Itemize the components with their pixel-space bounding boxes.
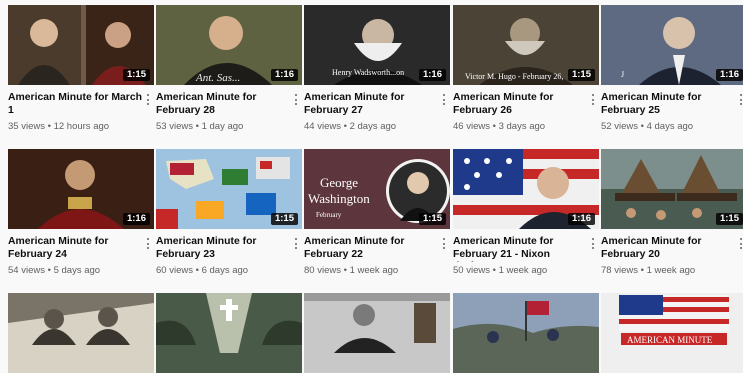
thumbnail-caption-line2: Washington xyxy=(308,191,370,206)
upload-age: 6 days ago xyxy=(201,265,249,276)
upload-age: 5 days ago xyxy=(53,265,101,276)
video-thumbnail[interactable]: Henry Wadsworth...on 1:16 xyxy=(304,5,450,85)
meta-separator: • xyxy=(489,265,499,276)
video-title[interactable]: American Minute for February 25 xyxy=(601,92,735,117)
view-count: 50 views xyxy=(453,265,490,276)
thumbnail-caption: Victor M. Hugo - February 26, xyxy=(465,72,563,81)
video-meta: 44 views • 2 days ago xyxy=(304,121,450,133)
view-count: 54 views xyxy=(8,265,45,276)
view-count: 44 views xyxy=(304,121,341,132)
more-options-icon[interactable] xyxy=(589,93,597,107)
view-count: 60 views xyxy=(156,265,193,276)
video-meta: 35 views • 12 hours ago xyxy=(8,121,154,133)
video-duration: 1:16 xyxy=(122,213,150,225)
upload-age: 12 hours ago xyxy=(53,121,110,132)
meta-separator: • xyxy=(192,121,202,132)
video-title[interactable]: American Minute for February 21 - Nixon … xyxy=(453,236,587,262)
video-thumbnail[interactable]: J 1:16 xyxy=(601,5,743,85)
more-options-icon[interactable] xyxy=(737,237,743,251)
svg-text:Ant. Sas...: Ant. Sas... xyxy=(195,72,240,84)
video-title[interactable]: American Minute for February 27 xyxy=(304,92,438,117)
video-duration: 1:16 xyxy=(270,69,298,81)
thumbnail-caption: AMERICAN MINUTE xyxy=(627,335,713,345)
meta-separator: • xyxy=(44,265,54,276)
upload-age: 1 week ago xyxy=(349,265,399,276)
upload-age: 1 day ago xyxy=(201,121,244,132)
upload-age: 3 days ago xyxy=(498,121,546,132)
meta-separator: • xyxy=(489,121,499,132)
video-title[interactable]: American Minute for February 26 xyxy=(453,92,587,117)
video-title[interactable]: American Minute for February 24 xyxy=(8,236,142,261)
thumbnail-image: AMERICAN MINUTE xyxy=(601,293,743,373)
more-options-icon[interactable] xyxy=(292,93,300,107)
video-title[interactable]: American Minute for February 22 xyxy=(304,236,438,261)
video-thumbnail[interactable]: George Washington February 1:15 xyxy=(304,149,450,229)
video-thumbnail[interactable]: Ant. Sas... 1:16 xyxy=(156,5,302,85)
meta-separator: • xyxy=(340,265,350,276)
meta-separator: • xyxy=(637,265,647,276)
video-meta: 60 views • 6 days ago xyxy=(156,265,302,277)
view-count: 52 views xyxy=(601,121,638,132)
upload-age: 2 days ago xyxy=(349,121,397,132)
video-title[interactable]: American Minute for February 20 xyxy=(601,236,735,261)
more-options-icon[interactable] xyxy=(292,237,300,251)
view-count: 35 views xyxy=(8,121,45,132)
video-meta: 46 views • 3 days ago xyxy=(453,121,599,133)
video-duration: 1:15 xyxy=(270,213,298,225)
video-duration: 1:16 xyxy=(418,69,446,81)
thumbnail-caption: Henry Wadsworth...on xyxy=(332,68,404,77)
video-thumbnail[interactable]: 1:16 xyxy=(453,149,599,229)
more-options-icon[interactable] xyxy=(737,93,743,107)
more-options-icon[interactable] xyxy=(144,93,152,107)
video-grid: 1:15 American Minute for March 1 - 35 vi… xyxy=(0,0,743,373)
video-duration: 1:16 xyxy=(567,213,595,225)
view-count: 78 views xyxy=(601,265,638,276)
video-duration: 1:16 xyxy=(715,69,743,81)
video-duration: 1:15 xyxy=(715,213,743,225)
upload-age: 4 days ago xyxy=(646,121,694,132)
more-options-icon[interactable] xyxy=(440,93,448,107)
video-title[interactable]: American Minute for February 28 xyxy=(156,92,290,117)
video-meta: 78 views • 1 week ago xyxy=(601,265,743,277)
meta-separator: • xyxy=(637,121,647,132)
meta-separator: • xyxy=(192,265,202,276)
meta-separator: • xyxy=(44,121,54,132)
video-title[interactable]: American Minute for February 23 xyxy=(156,236,290,261)
video-meta: 50 views • 1 week ago xyxy=(453,265,599,277)
video-title[interactable]: American Minute for March 1 - xyxy=(8,92,142,118)
view-count: 46 views xyxy=(453,121,490,132)
upload-age: 1 week ago xyxy=(498,265,548,276)
view-count: 80 views xyxy=(304,265,341,276)
more-options-icon[interactable] xyxy=(144,237,152,251)
thumbnail-image xyxy=(156,293,302,373)
view-count: 53 views xyxy=(156,121,193,132)
video-thumbnail[interactable]: 1:15 xyxy=(601,149,743,229)
video-thumbnail[interactable]: 1:16 xyxy=(8,149,154,229)
thumbnail-caption-line3: February xyxy=(316,211,342,219)
more-options-icon[interactable] xyxy=(440,237,448,251)
more-options-icon[interactable] xyxy=(589,237,597,251)
video-duration: 1:15 xyxy=(122,69,150,81)
video-thumbnail[interactable]: 1:15 xyxy=(8,5,154,85)
video-thumbnail[interactable] xyxy=(156,293,302,373)
video-thumbnail[interactable]: 1:15 xyxy=(156,149,302,229)
video-thumbnail[interactable] xyxy=(8,293,154,373)
video-duration: 1:15 xyxy=(567,69,595,81)
thumbnail-image xyxy=(8,293,154,373)
video-meta: 53 views • 1 day ago xyxy=(156,121,302,133)
video-meta: 54 views • 5 days ago xyxy=(8,265,154,277)
video-duration: 1:15 xyxy=(418,213,446,225)
video-meta: 80 views • 1 week ago xyxy=(304,265,450,277)
video-thumbnail[interactable] xyxy=(453,293,599,373)
video-thumbnail[interactable]: Victor M. Hugo - February 26, 1:15 xyxy=(453,5,599,85)
thumbnail-caption: J xyxy=(621,70,624,79)
thumbnail-image xyxy=(453,293,599,373)
video-thumbnail[interactable]: AMERICAN MINUTE xyxy=(601,293,743,373)
meta-separator: • xyxy=(340,121,350,132)
video-meta: 52 views • 4 days ago xyxy=(601,121,743,133)
thumbnail-image xyxy=(304,293,450,373)
video-thumbnail[interactable] xyxy=(304,293,450,373)
thumbnail-caption-line1: George xyxy=(320,175,358,190)
upload-age: 1 week ago xyxy=(646,265,696,276)
